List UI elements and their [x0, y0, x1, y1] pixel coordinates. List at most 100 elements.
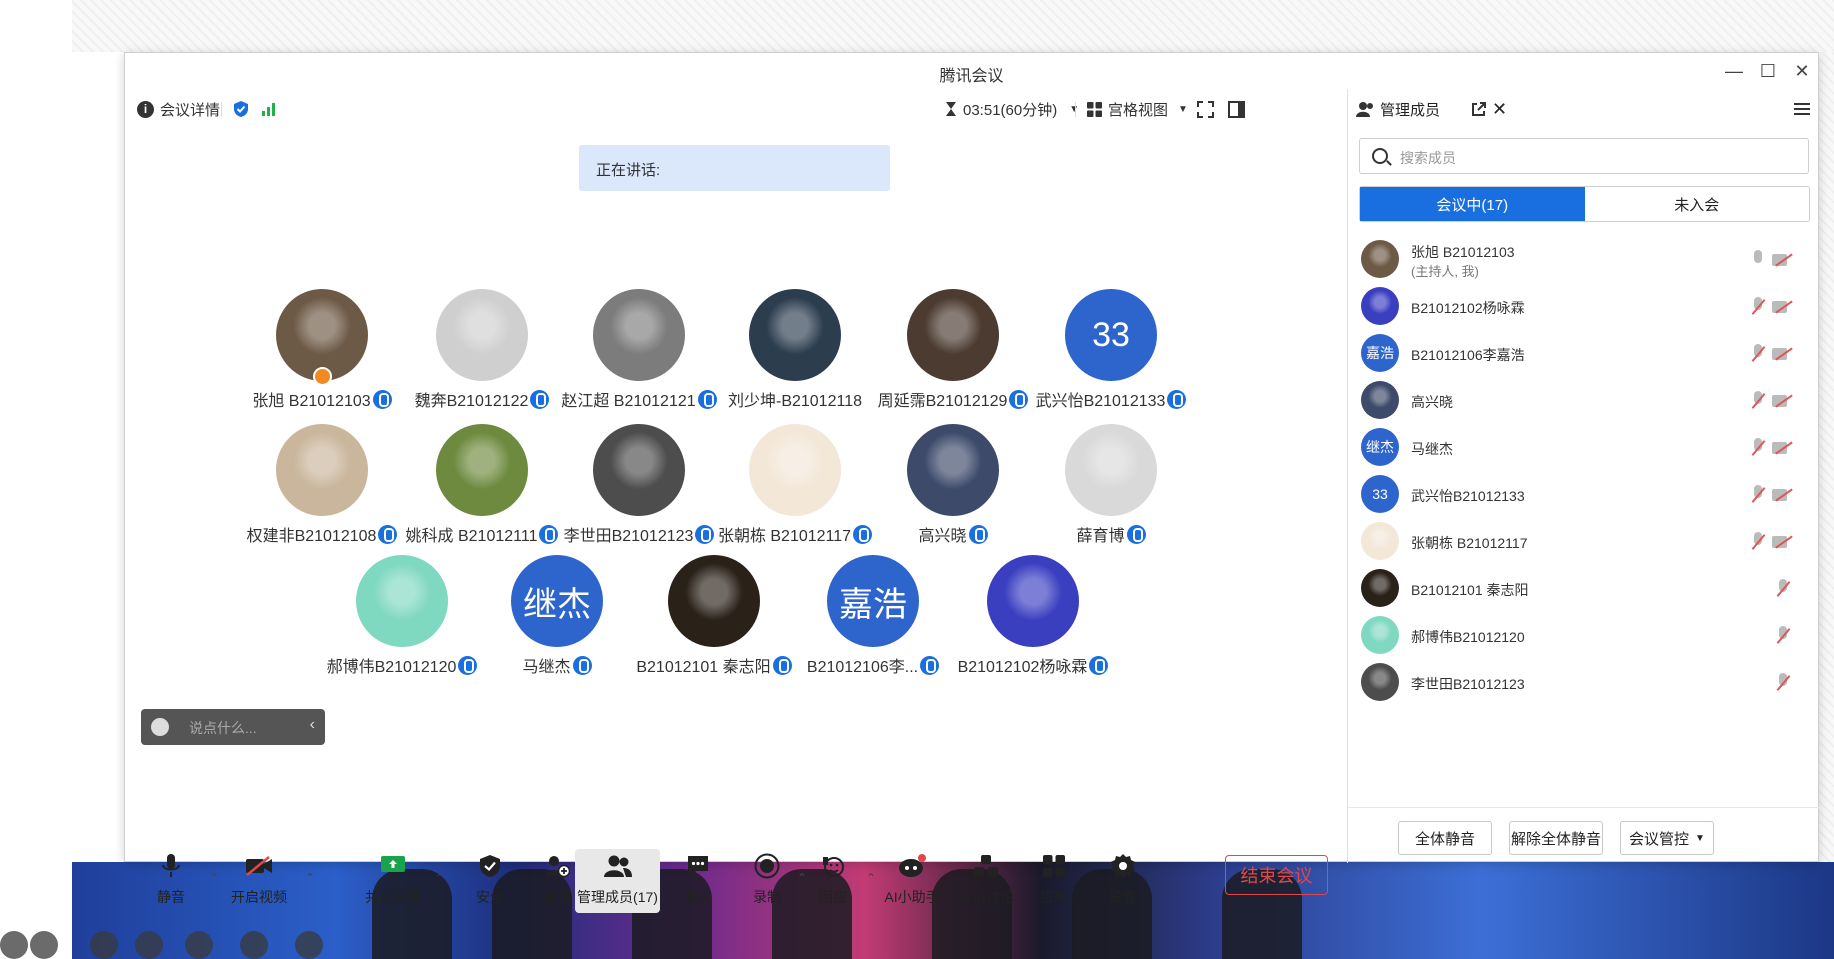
share-screen-button[interactable]: 共享屏幕	[355, 849, 431, 913]
info-icon: i	[137, 100, 154, 118]
chevron-up-icon[interactable]: ⌃	[866, 871, 876, 885]
close-icon[interactable]: ✕	[1492, 89, 1507, 129]
participant-name-text: B21012101 秦志阳	[636, 659, 771, 676]
meeting-info-label: 会议详情	[160, 101, 221, 119]
video-button[interactable]: 开启视频	[221, 849, 297, 913]
screenshot-icon[interactable]	[135, 931, 163, 959]
chat-icon[interactable]	[240, 931, 268, 959]
avatar	[749, 289, 841, 381]
share-label: 共享屏幕	[365, 889, 421, 905]
member-row[interactable]: 李世田B21012123	[1348, 655, 1820, 711]
chat-icon	[683, 851, 713, 881]
participant-tile[interactable]: 33 武兴怡B21012133	[1016, 289, 1206, 419]
emoji-icon[interactable]	[151, 718, 169, 736]
title-bar: 腾讯会议 — ☐ ✕	[125, 53, 1818, 89]
camera-off-icon[interactable]	[1772, 394, 1794, 408]
panel-header: 管理成员 ✕	[1348, 89, 1820, 129]
mic-muted-icon[interactable]	[1751, 532, 1765, 552]
desktop-wallpaper-right	[1819, 52, 1834, 862]
apps-button[interactable]: 应用	[1026, 849, 1082, 913]
camera-icon[interactable]	[185, 931, 213, 959]
pen-icon[interactable]	[90, 931, 118, 959]
participant-tile[interactable]: B21012102杨咏霖	[938, 555, 1128, 685]
close-button[interactable]: ✕	[1785, 57, 1819, 85]
camera-off-icon[interactable]	[1772, 300, 1794, 314]
mic-muted-icon[interactable]	[1776, 626, 1790, 646]
menu-icon[interactable]	[1794, 89, 1810, 129]
share-screen-icon	[378, 851, 408, 881]
meeting-control-button[interactable]: 会议管控 ▼	[1620, 821, 1714, 855]
dock-icon[interactable]	[0, 931, 28, 959]
fullscreen-icon[interactable]	[1197, 89, 1214, 129]
avatar	[907, 424, 999, 516]
maximize-button[interactable]: ☐	[1751, 57, 1785, 85]
unmute-all-button[interactable]: 解除全体静音	[1509, 821, 1603, 855]
participant-name-text: 李世田B21012123	[563, 528, 694, 545]
mic-muted-icon[interactable]	[1751, 485, 1765, 505]
react-button[interactable]: 回应	[805, 849, 861, 913]
mic-muted-icon[interactable]	[1751, 297, 1765, 317]
participants-panel: 管理成员 ✕ 搜索成员 会议中(17) 未入会 张旭 B21012103 (主持人…	[1347, 89, 1820, 863]
avatar	[356, 555, 448, 647]
microphone-icon	[156, 851, 186, 881]
record-button[interactable]: 录制	[739, 849, 795, 913]
tab-not-joined[interactable]: 未入会	[1585, 187, 1810, 221]
chat-button[interactable]: 聊天	[670, 849, 726, 913]
minimize-button[interactable]: —	[1717, 57, 1751, 85]
play-icon[interactable]	[30, 931, 58, 959]
avatar: 33	[1065, 289, 1157, 381]
breakout-rooms-button[interactable]: 分组讨论	[951, 849, 1021, 913]
camera-off-icon[interactable]	[1772, 253, 1794, 267]
popout-icon[interactable]	[1471, 89, 1486, 129]
view-mode-button[interactable]: 宫格视图 ▼	[1087, 89, 1188, 129]
tab-in-meeting[interactable]: 会议中(17)	[1360, 187, 1585, 221]
mic-muted-icon[interactable]	[1776, 579, 1790, 599]
signal-icon[interactable]	[261, 89, 277, 129]
participant-name-text: 张旭 B21012103	[252, 393, 371, 410]
chevron-up-icon[interactable]: ⌃	[435, 871, 445, 885]
member-name: 武兴怡B21012133	[1411, 488, 1525, 504]
security-button[interactable]: 安全	[462, 849, 518, 913]
member-search-input[interactable]: 搜索成员	[1359, 138, 1809, 174]
avatar: 33	[1361, 475, 1399, 513]
apps-label: 应用	[1040, 889, 1068, 905]
member-name: 李世田B21012123	[1411, 676, 1525, 692]
ai-assistant-button[interactable]: AI小助手	[877, 849, 947, 913]
member-name: B21012106李嘉浩	[1411, 347, 1525, 363]
member-name: B21012101 秦志阳	[1411, 582, 1529, 598]
microphone-icon[interactable]	[1751, 250, 1765, 270]
manage-members-button[interactable]: 管理成员(17)	[575, 849, 660, 913]
back-icon[interactable]	[295, 931, 323, 959]
mic-muted-icon[interactable]	[1751, 344, 1765, 364]
chevron-up-icon[interactable]: ⌃	[305, 871, 315, 885]
quick-chat-box[interactable]: 说点什么... ‹	[141, 709, 325, 745]
side-panel-toggle-icon[interactable]	[1228, 89, 1245, 129]
search-placeholder: 搜索成员	[1400, 150, 1456, 166]
mute-button[interactable]: 静音	[143, 849, 199, 913]
avatar	[593, 289, 685, 381]
timer-label: 03:51(60分钟)	[963, 101, 1058, 119]
mute-all-button[interactable]: 全体静音	[1398, 821, 1492, 855]
camera-off-icon	[244, 851, 274, 881]
camera-off-icon[interactable]	[1772, 441, 1794, 455]
camera-off-icon[interactable]	[1772, 347, 1794, 361]
avatar	[436, 289, 528, 381]
camera-off-icon[interactable]	[1772, 535, 1794, 549]
chevron-up-icon[interactable]: ⌃	[209, 871, 219, 885]
settings-button[interactable]: 设置	[1095, 849, 1151, 913]
participant-name: 武兴怡B21012133	[1016, 387, 1206, 411]
chevron-left-icon[interactable]: ‹	[310, 716, 315, 734]
member-name: 马继杰	[1411, 441, 1453, 457]
mic-muted-icon[interactable]	[1751, 391, 1765, 411]
end-meeting-button[interactable]: 结束会议	[1225, 855, 1328, 895]
security-shield-icon[interactable]	[233, 89, 249, 129]
chat-placeholder: 说点什么...	[189, 720, 257, 736]
avatar: 嘉浩	[1361, 334, 1399, 372]
chevron-down-icon: ▼	[1695, 832, 1705, 844]
meeting-info-button[interactable]: i 会议详情	[137, 89, 220, 129]
meeting-timer[interactable]: 03:51(60分钟) ▼	[945, 89, 1079, 129]
participant-tile[interactable]: 薛育博	[1016, 424, 1206, 554]
mic-muted-icon[interactable]	[1776, 673, 1790, 693]
camera-off-icon[interactable]	[1772, 488, 1794, 502]
mic-muted-icon[interactable]	[1751, 438, 1765, 458]
